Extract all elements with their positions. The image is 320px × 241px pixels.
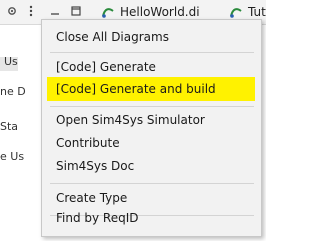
panel-row: ne D <box>0 85 26 98</box>
menu-item-find-by-reqid[interactable]: Find by ReqID <box>47 206 255 230</box>
panel-row: e Us <box>0 150 25 163</box>
background-panel: Us ne D Sta e Us <box>0 25 40 241</box>
app-window: HelloWorld.di Tuto Us ne D Sta e Us Clos… <box>0 0 266 241</box>
menu-item-open-simulator[interactable]: Open Sim4Sys Simulator <box>47 108 255 132</box>
menu-item-sim4sys-doc[interactable]: Sim4Sys Doc <box>47 154 255 178</box>
menu-separator <box>50 52 254 53</box>
menu-item-close-all-diagrams[interactable]: Close All Diagrams <box>47 25 255 49</box>
panel-row: Sta <box>0 120 19 133</box>
diagram-file-icon <box>230 8 242 18</box>
menu-separator <box>50 106 254 107</box>
context-menu: Close All Diagrams [Code] Generate [Code… <box>41 19 262 237</box>
menu-item-code-generate[interactable]: [Code] Generate <box>47 55 255 79</box>
maximize-icon[interactable] <box>70 5 82 17</box>
menu-item-contribute[interactable]: Contribute <box>47 131 255 155</box>
panel-row: Us <box>4 55 18 68</box>
menu-separator <box>50 183 254 184</box>
tab-label: Tuto <box>248 5 266 19</box>
tab-label: HelloWorld.di <box>120 5 200 19</box>
more-options-icon[interactable] <box>25 5 37 17</box>
minimize-icon[interactable] <box>49 5 61 17</box>
gear-icon[interactable] <box>6 5 18 17</box>
menu-item-code-generate-and-build[interactable]: [Code] Generate and build <box>47 77 255 101</box>
diagram-file-icon <box>102 8 114 18</box>
